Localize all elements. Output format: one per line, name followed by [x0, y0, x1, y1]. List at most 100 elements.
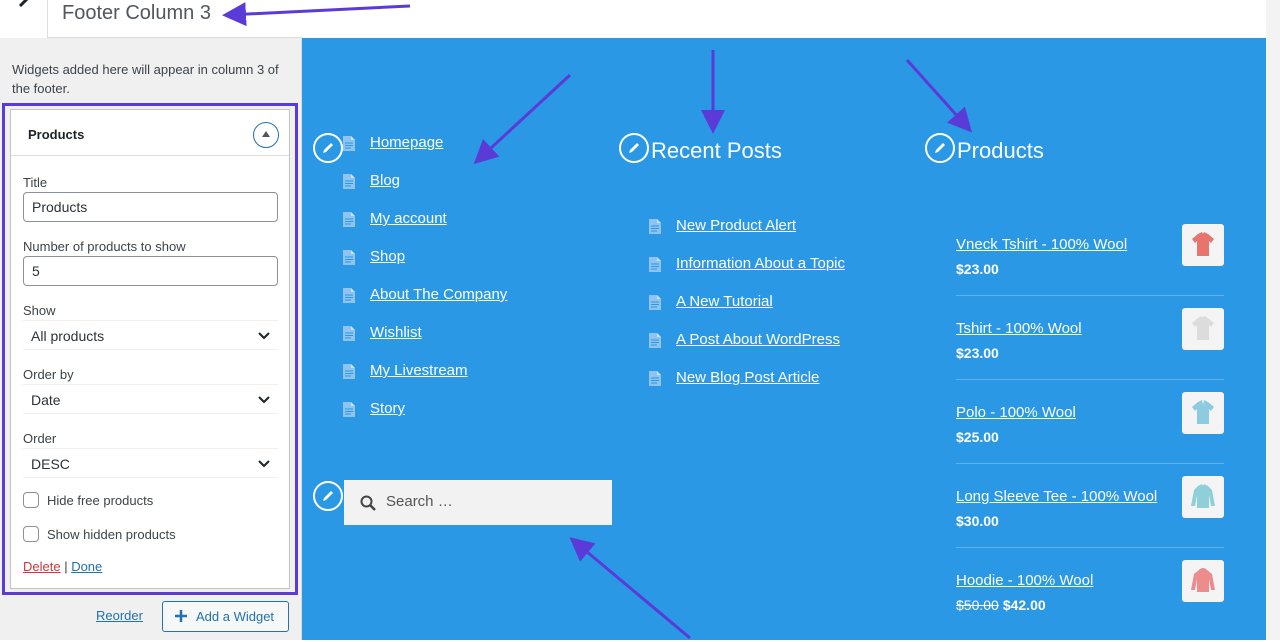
tshirt-icon	[1192, 316, 1214, 340]
product-name-link[interactable]: Hoodie - 100% Wool	[956, 572, 1093, 589]
order-select-value: DESC	[31, 456, 70, 472]
edit-menu-shortcut[interactable]	[313, 133, 343, 163]
longsleeve-icon	[1191, 484, 1215, 508]
show-select[interactable]: All products	[23, 320, 278, 350]
recent-posts-heading: Recent Posts	[651, 138, 782, 163]
menu-link[interactable]: Story	[370, 400, 405, 417]
plus-icon	[175, 610, 187, 622]
order-label: Order	[23, 431, 57, 446]
panel-header: Footer Column 3	[0, 0, 302, 38]
page-icon	[343, 212, 355, 227]
product-current-price: $42.00	[1002, 597, 1046, 613]
recent-post-link[interactable]: Information About a Topic	[676, 255, 845, 272]
customizer-panel: Footer Column 3 Widgets added here will …	[0, 0, 302, 640]
product-current-price: $23.00	[956, 345, 999, 361]
page-icon	[649, 219, 661, 234]
menu-link[interactable]: Blog	[370, 172, 400, 189]
edit-search-shortcut[interactable]	[313, 481, 343, 511]
menu-link[interactable]: About The Company	[370, 286, 507, 303]
orderby-select[interactable]: Date	[23, 384, 278, 414]
order-select[interactable]: DESC	[23, 448, 278, 478]
page-icon	[343, 364, 355, 379]
product-divider	[956, 463, 1224, 464]
scrollbar[interactable]	[1266, 0, 1280, 640]
product-thumbnail[interactable]	[1182, 476, 1224, 518]
show-hidden-label: Show hidden products	[47, 527, 176, 542]
product-price: $23.00	[956, 261, 999, 277]
recent-post-link[interactable]: A New Tutorial	[676, 293, 773, 310]
product-thumbnail[interactable]	[1182, 224, 1224, 266]
reorder-link[interactable]: Reorder	[96, 608, 143, 623]
pencil-icon	[629, 143, 639, 153]
product-thumbnail[interactable]	[1182, 308, 1224, 350]
product-item: Hoodie - 100% Wool $50.00 $42.00	[956, 560, 1224, 642]
show-select-value: All products	[31, 328, 105, 344]
product-price: $25.00	[956, 429, 999, 445]
product-old-price: $50.00	[956, 597, 999, 613]
widget-header[interactable]: Products	[11, 110, 289, 156]
search-icon	[360, 495, 376, 511]
product-name-link[interactable]: Polo - 100% Wool	[956, 404, 1076, 421]
page-icon	[649, 257, 661, 272]
hoodie-icon	[1191, 568, 1215, 592]
preview-top-strip	[302, 0, 1266, 38]
number-input[interactable]: 5	[23, 256, 278, 286]
product-current-price: $30.00	[956, 513, 999, 529]
search-field[interactable]: Search …	[344, 480, 612, 525]
recent-post-link[interactable]: New Product Alert	[676, 217, 796, 234]
add-widget-button[interactable]: Add a Widget	[162, 601, 289, 632]
page-icon	[343, 326, 355, 341]
page-icon	[343, 288, 355, 303]
delete-link[interactable]: Delete	[23, 559, 61, 574]
chevron-down-icon	[258, 396, 270, 404]
product-thumbnail[interactable]	[1182, 560, 1224, 602]
menu-link[interactable]: My Livestream	[370, 362, 468, 379]
page-icon	[343, 402, 355, 417]
chevron-down-icon	[258, 332, 270, 340]
pencil-icon	[323, 143, 333, 153]
product-thumbnail[interactable]	[1182, 392, 1224, 434]
edit-products-shortcut[interactable]	[925, 133, 955, 163]
menu-link[interactable]: Shop	[370, 248, 405, 265]
product-price: $30.00	[956, 513, 999, 529]
product-price: $23.00	[956, 345, 999, 361]
panel-footer: Reorder Add a Widget	[0, 600, 302, 640]
products-heading: Products	[957, 138, 1044, 163]
widget-actions: Delete | Done	[23, 559, 102, 574]
product-divider	[956, 547, 1224, 548]
page-icon	[649, 295, 661, 310]
widget-title: Products	[28, 127, 85, 142]
recent-post-link[interactable]: A Post About WordPress	[676, 331, 840, 348]
polo-icon	[1192, 400, 1214, 424]
product-name-link[interactable]: Long Sleeve Tee - 100% Wool	[956, 488, 1157, 505]
search-placeholder: Search …	[386, 493, 453, 510]
pencil-icon	[323, 491, 333, 501]
add-widget-label: Add a Widget	[196, 609, 275, 624]
hide-free-label: Hide free products	[47, 493, 154, 508]
product-price: $50.00 $42.00	[956, 597, 1046, 613]
product-divider	[956, 379, 1224, 380]
show-label: Show	[23, 303, 56, 318]
page-icon	[343, 250, 355, 265]
panel-title: Footer Column 3	[62, 2, 211, 24]
menu-link[interactable]: My account	[370, 210, 447, 227]
recent-post-link[interactable]: New Blog Post Article	[676, 369, 819, 386]
menu-link[interactable]: Homepage	[370, 134, 443, 151]
orderby-select-value: Date	[31, 392, 61, 408]
menu-link[interactable]: Wishlist	[370, 324, 422, 341]
edit-recent-posts-shortcut[interactable]	[619, 133, 649, 163]
action-separator: |	[60, 559, 72, 574]
hide-free-checkbox[interactable]	[23, 492, 39, 508]
product-name-link[interactable]: Tshirt - 100% Wool	[956, 320, 1082, 337]
page-icon	[343, 136, 355, 151]
product-divider	[956, 295, 1224, 296]
show-hidden-checkbox[interactable]	[23, 526, 39, 542]
product-current-price: $23.00	[956, 261, 999, 277]
product-name-link[interactable]: Vneck Tshirt - 100% Wool	[956, 236, 1127, 253]
back-button[interactable]	[0, 0, 48, 38]
widget-collapse-toggle[interactable]	[253, 122, 279, 148]
done-link[interactable]: Done	[71, 559, 102, 574]
title-input[interactable]: Products	[23, 192, 278, 222]
number-label: Number of products to show	[23, 239, 186, 254]
page-icon	[343, 174, 355, 189]
